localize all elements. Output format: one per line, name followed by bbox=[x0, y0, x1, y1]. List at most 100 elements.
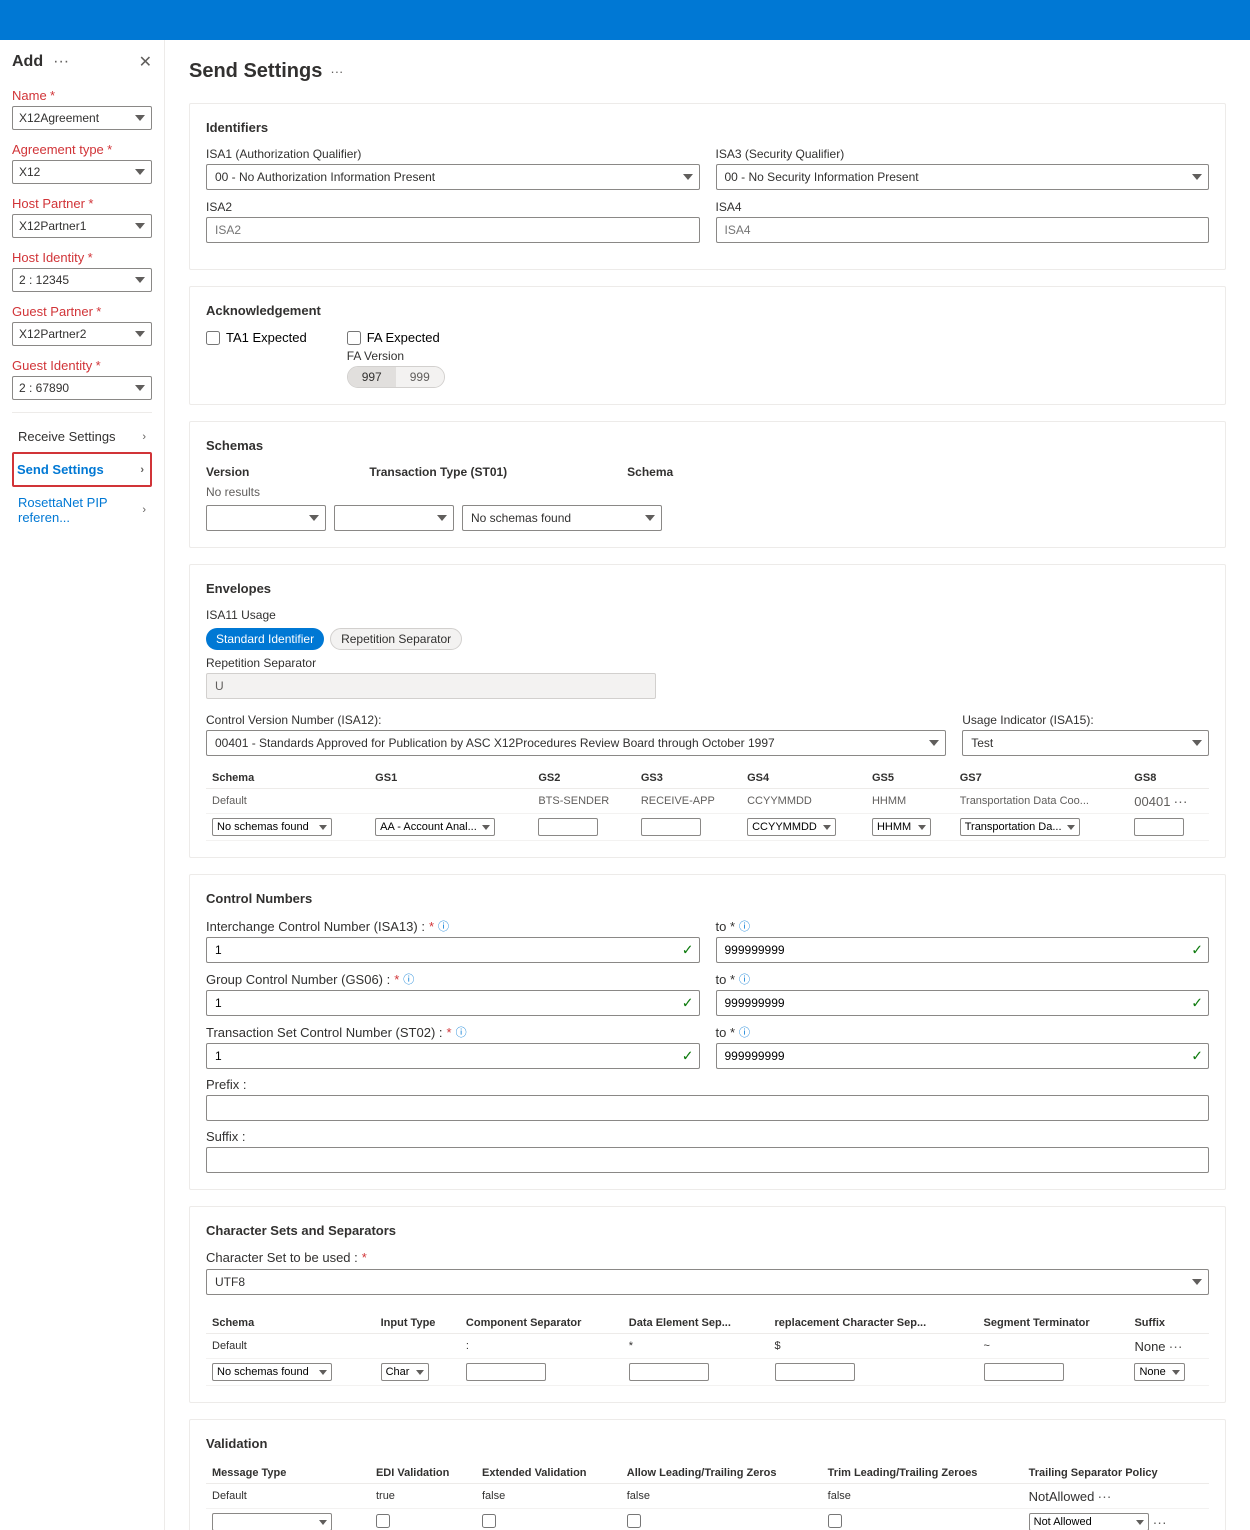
identifiers-section: Identifiers ISA1 (Authorization Qualifie… bbox=[189, 103, 1226, 270]
schema-version-select[interactable] bbox=[206, 505, 326, 531]
envelopes-title: Envelopes bbox=[206, 581, 1209, 596]
isa13-to-check-icon: ✓ bbox=[1191, 942, 1203, 959]
agreement-type-label: Agreement type * bbox=[12, 142, 152, 157]
cs-replacement-input[interactable] bbox=[775, 1363, 855, 1381]
gs06-input[interactable] bbox=[206, 990, 700, 1016]
gs-default-row: Default BTS-SENDER RECEIVE-APP CCYYMMDD … bbox=[206, 789, 1209, 814]
schema-select[interactable]: No schemas found bbox=[462, 505, 662, 531]
gs06-check-icon: ✓ bbox=[682, 995, 694, 1012]
schemas-title: Schemas bbox=[206, 438, 1209, 453]
fa-999-button[interactable]: 999 bbox=[396, 367, 444, 387]
fa-version-label: FA Version bbox=[347, 349, 445, 363]
isa2-input[interactable] bbox=[206, 217, 700, 243]
isa13-input[interactable] bbox=[206, 937, 700, 963]
isa13-to-input[interactable] bbox=[716, 937, 1210, 963]
gs-gs8-input[interactable] bbox=[1134, 818, 1184, 836]
cs-data-element-input[interactable] bbox=[629, 1363, 709, 1381]
ta1-checkbox[interactable] bbox=[206, 331, 220, 345]
guest-identity-label: Guest Identity * bbox=[12, 358, 152, 373]
cs-component-input[interactable] bbox=[466, 1363, 546, 1381]
cs-schema-select[interactable]: No schemas found bbox=[212, 1363, 332, 1381]
suffix-input[interactable] bbox=[206, 1147, 1209, 1173]
gs-gs1-select[interactable]: AA - Account Anal... bbox=[375, 818, 495, 836]
val-schema-select[interactable] bbox=[212, 1513, 332, 1530]
cs-default-row: Default : * $ ~ None ··· bbox=[206, 1334, 1209, 1359]
val-ext-checkbox[interactable] bbox=[482, 1514, 496, 1528]
val-trim-val: false bbox=[822, 1484, 1023, 1509]
val-policy-select[interactable]: Not Allowed bbox=[1029, 1513, 1149, 1530]
gs-row-dots[interactable]: ··· bbox=[1174, 793, 1188, 809]
usage-select[interactable]: Test bbox=[962, 730, 1209, 756]
acknowledgement-section: Acknowledgement TA1 Expected FA Expected… bbox=[189, 286, 1226, 405]
gs-th-gs2: GS2 bbox=[532, 768, 634, 789]
isa13-to-label: to * bbox=[716, 919, 736, 934]
name-select[interactable]: X12Agreement bbox=[12, 106, 152, 130]
charset-select[interactable]: UTF8 bbox=[206, 1269, 1209, 1295]
val-row-dots[interactable]: ··· bbox=[1097, 1488, 1111, 1504]
guest-partner-select[interactable]: X12Partner2 bbox=[12, 322, 152, 346]
suffix-label: Suffix : bbox=[206, 1129, 246, 1144]
cs-suffix-val: None bbox=[1134, 1339, 1165, 1354]
host-identity-select[interactable]: 2 : 12345 bbox=[12, 268, 152, 292]
schema-transaction-select[interactable] bbox=[334, 505, 454, 531]
st02-input[interactable] bbox=[206, 1043, 700, 1069]
sidebar-item-rosettanet[interactable]: RosettaNet PIP referen... › bbox=[12, 487, 152, 533]
cs-row-dots[interactable]: ··· bbox=[1169, 1338, 1183, 1354]
host-partner-select[interactable]: X12Partner1 bbox=[12, 214, 152, 238]
validation-section: Validation Message Type EDI Validation E… bbox=[189, 1419, 1226, 1530]
prefix-input[interactable] bbox=[206, 1095, 1209, 1121]
val-input-dots[interactable]: ··· bbox=[1153, 1514, 1167, 1530]
sidebar-dots[interactable]: ··· bbox=[53, 53, 69, 71]
gs-gs4-select[interactable]: CCYYMMDD bbox=[747, 818, 836, 836]
gs-gs3-input[interactable] bbox=[641, 818, 701, 836]
isa4-input[interactable] bbox=[716, 217, 1210, 243]
cs-suffix-select[interactable]: None bbox=[1134, 1363, 1185, 1381]
cs-th-component: Component Separator bbox=[460, 1313, 623, 1334]
isa13-info-icon[interactable]: ⓘ bbox=[438, 918, 449, 934]
ta1-label: TA1 Expected bbox=[226, 330, 307, 345]
cv-select[interactable]: 00401 - Standards Approved for Publicati… bbox=[206, 730, 946, 756]
gs-gs2-input[interactable] bbox=[538, 818, 598, 836]
cs-table: Schema Input Type Component Separator Da… bbox=[206, 1313, 1209, 1386]
guest-identity-select[interactable]: 2 : 67890 bbox=[12, 376, 152, 400]
val-trim-checkbox[interactable] bbox=[828, 1514, 842, 1528]
st02-info-icon[interactable]: ⓘ bbox=[456, 1024, 467, 1040]
val-table: Message Type EDI Validation Extended Val… bbox=[206, 1463, 1209, 1530]
main-dots[interactable]: ··· bbox=[330, 64, 343, 79]
standard-identifier-tag[interactable]: Standard Identifier bbox=[206, 628, 324, 650]
repetition-separator-tag[interactable]: Repetition Separator bbox=[330, 628, 462, 650]
gs06-to-info-icon[interactable]: ⓘ bbox=[739, 971, 750, 987]
envelopes-section: Envelopes ISA11 Usage Standard Identifie… bbox=[189, 564, 1226, 858]
isa1-label: ISA1 (Authorization Qualifier) bbox=[206, 147, 700, 161]
gs06-to-input[interactable] bbox=[716, 990, 1210, 1016]
isa2-label: ISA2 bbox=[206, 200, 700, 214]
charset-label: Character Set to be used : bbox=[206, 1250, 358, 1265]
gs06-info-icon[interactable]: ⓘ bbox=[403, 971, 414, 987]
sidebar-item-send-settings[interactable]: Send Settings › bbox=[12, 452, 152, 487]
fa-checkbox[interactable] bbox=[347, 331, 361, 345]
cs-replacement-val: $ bbox=[769, 1334, 978, 1359]
fa-997-button[interactable]: 997 bbox=[348, 367, 396, 387]
close-button[interactable]: ✕ bbox=[139, 52, 152, 72]
gs-gs7-val: Transportation Data Coo... bbox=[954, 789, 1129, 814]
rep-sep-input[interactable] bbox=[206, 673, 656, 699]
gs-gs7-select[interactable]: Transportation Da... bbox=[960, 818, 1080, 836]
isa13-to-info-icon[interactable]: ⓘ bbox=[739, 918, 750, 934]
gs-gs5-select[interactable]: HHMM bbox=[872, 818, 931, 836]
agreement-type-select[interactable]: X12 bbox=[12, 160, 152, 184]
val-ext-val: false bbox=[476, 1484, 621, 1509]
no-results: No results bbox=[206, 485, 1209, 499]
isa1-select[interactable]: 00 - No Authorization Information Presen… bbox=[206, 164, 700, 190]
st02-to-input[interactable] bbox=[716, 1043, 1210, 1069]
isa3-select[interactable]: 00 - No Security Information Present bbox=[716, 164, 1210, 190]
gs-th-gs4: GS4 bbox=[741, 768, 866, 789]
gs-schema-select[interactable]: No schemas found bbox=[212, 818, 332, 836]
val-allow-val: false bbox=[621, 1484, 822, 1509]
st02-to-info-icon[interactable]: ⓘ bbox=[739, 1024, 750, 1040]
val-edi-val: true bbox=[370, 1484, 476, 1509]
sidebar-item-receive-settings[interactable]: Receive Settings › bbox=[12, 421, 152, 452]
val-allow-checkbox[interactable] bbox=[627, 1514, 641, 1528]
cs-segment-input[interactable] bbox=[984, 1363, 1064, 1381]
val-edi-checkbox[interactable] bbox=[376, 1514, 390, 1528]
cs-type-select[interactable]: Char bbox=[381, 1363, 429, 1381]
